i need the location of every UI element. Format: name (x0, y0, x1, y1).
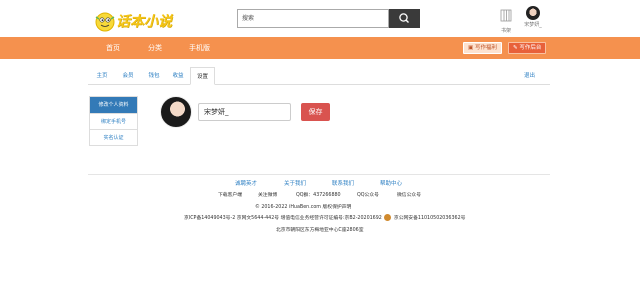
footer-link-about[interactable]: 关于我们 (284, 179, 306, 187)
write-backend-button[interactable]: ✎ 写作后台 (508, 42, 547, 54)
footer-link-contact[interactable]: 联系我们 (332, 179, 354, 187)
tab-settings[interactable]: 设置 (190, 67, 215, 85)
nickname-input[interactable]: 宋梦妍_ (198, 103, 291, 121)
footer-icp-text[interactable]: 京ICP备14049043号-2 京网文5644-442号 增值电信业务经营许可… (184, 216, 382, 221)
edit-icon: ▣ (468, 45, 475, 51)
profile-avatar[interactable] (160, 96, 192, 128)
footer-address: 北京市朝阳区东方梅地亚中心C座2806室 (276, 228, 364, 233)
side-item-edit-profile[interactable]: 修改个人资料 (90, 97, 137, 113)
search-icon (399, 13, 409, 23)
save-button[interactable]: 保存 (301, 103, 330, 121)
footer-wechat[interactable]: 微信公众号 (397, 191, 421, 198)
logo-text[interactable]: 话本小说 (116, 11, 172, 31)
footer-copyright[interactable]: © 2016-2022 iHuaBen.com 版权保护声明 (255, 203, 351, 210)
footer-link-help[interactable]: 帮助中心 (380, 179, 402, 187)
bookshelf-link[interactable]: 书架 (496, 7, 516, 34)
write-backend-label: 写作后台 (519, 45, 542, 51)
user-name: 宋梦妍_ (524, 22, 542, 28)
search-input[interactable]: 搜索 (237, 9, 389, 28)
tab-member[interactable]: 会员 (118, 67, 138, 85)
search-button[interactable] (389, 9, 420, 28)
side-item-bind-phone[interactable]: 绑定手机号 (90, 113, 137, 129)
footer-weibo[interactable]: 关注微博 (258, 191, 277, 198)
footer-download[interactable]: 下载客户端 (218, 191, 242, 198)
footer-police-text[interactable]: 京公网安备11010502036362号 (394, 216, 466, 221)
write-benefit-button[interactable]: ▣ 写作福利 (463, 42, 502, 54)
tab-wallet[interactable]: 钱包 (144, 67, 164, 85)
nav-mobile[interactable]: 手机版 (189, 37, 210, 59)
avatar (526, 6, 540, 20)
bookshelf-label: 书架 (500, 28, 511, 34)
logo-icon[interactable] (94, 11, 116, 33)
nav-home[interactable]: 首页 (106, 37, 120, 59)
footer-qq-official[interactable]: QQ公众号 (357, 191, 379, 198)
side-item-verify[interactable]: 实名认证 (90, 129, 137, 145)
settings-side-menu: 修改个人资料 绑定手机号 实名认证 (89, 96, 138, 146)
tab-home[interactable]: 主页 (92, 67, 112, 85)
footer-divider (88, 174, 550, 175)
logout-link[interactable]: 退出 (524, 67, 535, 85)
police-badge-icon (384, 214, 392, 221)
user-menu[interactable]: 宋梦妍_ (521, 6, 545, 28)
footer-link-jobs[interactable]: 诚聘英才 (235, 179, 257, 187)
footer-qq-group: QQ群：437266880 (296, 193, 341, 198)
tab-income[interactable]: 收益 (168, 67, 188, 85)
write-benefit-label: 写作福利 (474, 45, 497, 51)
nav-category[interactable]: 分类 (148, 37, 162, 59)
footer-icp: 京ICP备14049043号-2 京网文5644-442号 增值电信业务经营许可… (184, 214, 465, 221)
bookshelf-icon (500, 9, 512, 22)
